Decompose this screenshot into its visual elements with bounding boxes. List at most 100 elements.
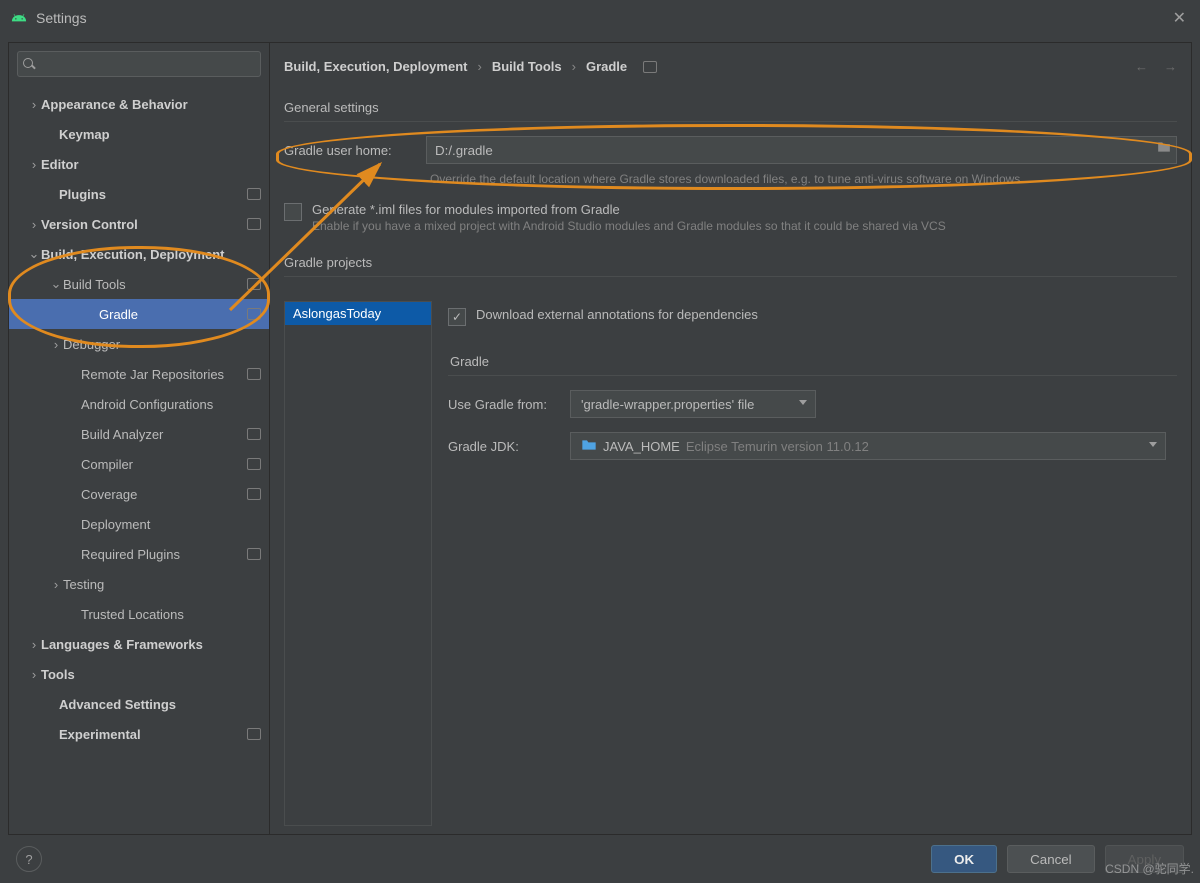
section-title-general: General settings [284, 100, 1177, 115]
chevron-icon: › [27, 667, 41, 682]
tree-item-label: Android Configurations [81, 397, 261, 412]
chevron-down-icon [799, 400, 807, 405]
tree-item[interactable]: Trusted Locations [9, 599, 269, 629]
separator [448, 375, 1177, 376]
section-title-projects: Gradle projects [284, 255, 1177, 270]
tree-item-label: Gradle [99, 307, 241, 322]
tree-item[interactable]: ›Editor [9, 149, 269, 179]
tree-item-label: Appearance & Behavior [41, 97, 261, 112]
tree-item[interactable]: ⌄Build Tools [9, 269, 269, 299]
tree-item-label: Build Tools [63, 277, 241, 292]
settings-tree: ›Appearance & BehaviorKeymap›EditorPlugi… [9, 85, 269, 834]
tree-item[interactable]: Remote Jar Repositories [9, 359, 269, 389]
chevron-icon: › [27, 637, 41, 652]
projects-area: AslongasToday Download external annotati… [284, 301, 1177, 826]
back-icon[interactable]: ← [1135, 59, 1148, 74]
breadcrumb-sep: › [572, 59, 576, 74]
tree-item[interactable]: Coverage [9, 479, 269, 509]
tree-item-label: Required Plugins [81, 547, 241, 562]
chevron-icon: ⌄ [27, 246, 41, 262]
tree-item[interactable]: Build Analyzer [9, 419, 269, 449]
chevron-icon: › [49, 337, 63, 352]
gradle-jdk-name: JAVA_HOME [603, 439, 680, 454]
chevron-icon: ⌄ [49, 276, 63, 292]
project-badge-icon [247, 308, 261, 320]
gradle-jdk-label: Gradle JDK: [448, 439, 558, 454]
tree-item[interactable]: Gradle [9, 299, 269, 329]
apply-button: Apply [1105, 845, 1184, 873]
tree-item-label: Compiler [81, 457, 241, 472]
search-input[interactable] [17, 51, 261, 77]
tree-item-label: Build, Execution, Deployment [41, 247, 261, 262]
project-badge-icon [247, 218, 261, 230]
nav-arrows: ← → [1135, 59, 1177, 74]
tree-item-label: Version Control [41, 217, 241, 232]
gradle-home-hint: Override the default location where Grad… [430, 172, 1177, 186]
use-gradle-from-row: Use Gradle from: 'gradle-wrapper.propert… [448, 390, 1177, 418]
tree-item[interactable]: Plugins [9, 179, 269, 209]
chevron-down-icon [1149, 442, 1157, 447]
tree-item[interactable]: ›Version Control [9, 209, 269, 239]
project-badge-icon [247, 458, 261, 470]
tree-item[interactable]: ›Testing [9, 569, 269, 599]
chevron-icon: › [27, 217, 41, 232]
close-icon[interactable]: ✕ [1169, 4, 1190, 32]
projects-list: AslongasToday [284, 301, 432, 826]
tree-item-label: Testing [63, 577, 261, 592]
tree-item[interactable]: ⌄Build, Execution, Deployment [9, 239, 269, 269]
breadcrumb-part[interactable]: Build, Execution, Deployment [284, 59, 467, 74]
project-item[interactable]: AslongasToday [285, 302, 431, 325]
tree-item-label: Experimental [59, 727, 241, 742]
project-badge-icon [247, 368, 261, 380]
tree-item-label: Keymap [59, 127, 261, 142]
tree-item[interactable]: Keymap [9, 119, 269, 149]
download-annotations-label[interactable]: Download external annotations for depend… [476, 307, 758, 322]
tree-item[interactable]: ›Tools [9, 659, 269, 689]
tree-item[interactable]: Android Configurations [9, 389, 269, 419]
tree-item[interactable]: ›Languages & Frameworks [9, 629, 269, 659]
generate-iml-hint: Enable if you have a mixed project with … [312, 219, 946, 233]
forward-icon[interactable]: → [1164, 59, 1177, 74]
project-badge-icon [643, 61, 657, 73]
gradle-jdk-dropdown[interactable]: JAVA_HOME Eclipse Temurin version 11.0.1… [570, 432, 1166, 460]
chevron-icon: › [27, 97, 41, 112]
generate-iml-label[interactable]: Generate *.iml files for modules importe… [312, 202, 946, 217]
search-wrap [9, 43, 269, 85]
project-badge-icon [247, 188, 261, 200]
gradle-subsection-title: Gradle [450, 354, 1177, 369]
tree-item-label: Debugger [63, 337, 261, 352]
folder-icon [581, 439, 597, 454]
android-icon [10, 9, 28, 27]
tree-item[interactable]: ›Debugger [9, 329, 269, 359]
project-badge-icon [247, 428, 261, 440]
tree-item-label: Plugins [59, 187, 241, 202]
tree-item[interactable]: Experimental [9, 719, 269, 749]
gradle-jdk-detail: Eclipse Temurin version 11.0.12 [686, 439, 869, 454]
tree-item[interactable]: Deployment [9, 509, 269, 539]
tree-item-label: Trusted Locations [81, 607, 261, 622]
gradle-home-input[interactable] [426, 136, 1177, 164]
help-icon[interactable]: ? [16, 846, 42, 872]
download-annotations-checkbox[interactable] [448, 308, 466, 326]
project-badge-icon [247, 548, 261, 560]
tree-item[interactable]: ›Appearance & Behavior [9, 89, 269, 119]
title-bar: Settings ✕ [0, 0, 1200, 36]
tree-item[interactable]: Required Plugins [9, 539, 269, 569]
generate-iml-checkbox[interactable] [284, 203, 302, 221]
dialog-footer: ? OK Cancel Apply [0, 835, 1200, 883]
tree-item[interactable]: Advanced Settings [9, 689, 269, 719]
window-title: Settings [36, 10, 87, 26]
use-gradle-from-dropdown[interactable]: 'gradle-wrapper.properties' file [570, 390, 816, 418]
project-detail: Download external annotations for depend… [432, 301, 1177, 826]
tree-item-label: Advanced Settings [59, 697, 261, 712]
breadcrumb-part[interactable]: Gradle [586, 59, 627, 74]
browse-folder-icon[interactable] [1157, 141, 1171, 156]
breadcrumb-part[interactable]: Build Tools [492, 59, 562, 74]
generate-iml-row: Generate *.iml files for modules importe… [284, 202, 1177, 233]
tree-item-label: Build Analyzer [81, 427, 241, 442]
tree-item-label: Deployment [81, 517, 261, 532]
cancel-button[interactable]: Cancel [1007, 845, 1095, 873]
chevron-icon: › [27, 157, 41, 172]
ok-button[interactable]: OK [931, 845, 997, 873]
tree-item[interactable]: Compiler [9, 449, 269, 479]
